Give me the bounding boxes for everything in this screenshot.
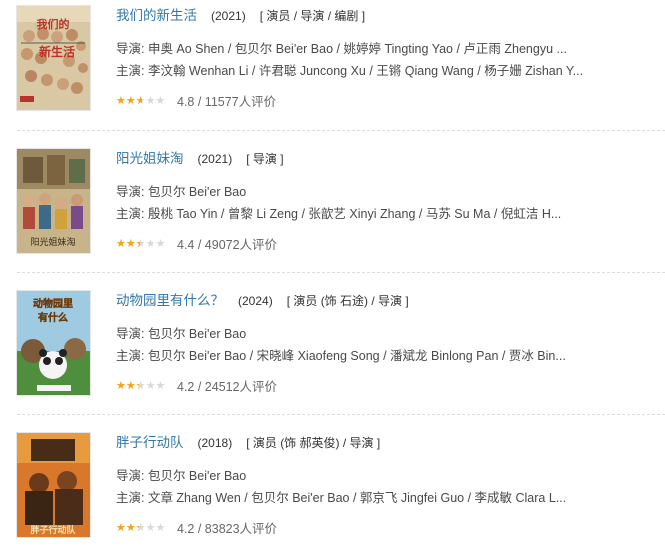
cast-line: 主演: 李汶翰 Wenhan Li / 许君聪 Juncong Xu / 王锵 … <box>116 64 584 78</box>
svg-text:胖子行动队: 胖子行动队 <box>29 524 76 536</box>
rating-stars: ★★★★★★★★★★ <box>116 96 166 107</box>
movie-roles: [ 演员 / 导演 / 编剧 ] <box>259 9 366 23</box>
movie-roles: [ 演员 (饰 郝英俊) / 导演 ] <box>246 436 381 450</box>
poster-image: 阳光姐妹淘 <box>17 149 90 253</box>
svg-text:动物园里: 动物园里 <box>33 297 73 310</box>
cast-line: 主演: 殷桃 Tao Yin / 曾黎 Li Zeng / 张歆艺 Xinyi … <box>116 207 562 221</box>
rating-row: ★★★★★★★★★★ 4.8 / 11577人评价 <box>116 94 276 110</box>
divider <box>17 414 665 415</box>
poster-image: 胖子行动队 <box>17 433 90 537</box>
movie-year: (2024) <box>238 294 273 308</box>
directors-line: 导演: 包贝尔 Bei'er Bao <box>116 185 247 199</box>
svg-text:新生活: 新生活 <box>39 44 75 59</box>
movie-poster[interactable]: 动物园里 有什么 <box>17 291 90 395</box>
movie-title-link[interactable]: 阳光姐妹淘 <box>116 151 184 166</box>
rating-text: 4.2 / 83823人评价 <box>177 522 278 536</box>
rating-text: 4.2 / 24512人评价 <box>177 380 278 394</box>
movie-year: (2018) <box>197 436 233 450</box>
movie-year: (2021) <box>197 152 233 166</box>
movie-roles: [ 演员 (饰 石途) / 导演 ] <box>286 294 409 308</box>
directors-line: 导演: 包贝尔 Bei'er Bao <box>116 469 247 483</box>
cast-line: 主演: 包贝尔 Bei'er Bao / 宋晓峰 Xiaofeng Song /… <box>116 349 566 363</box>
movie-poster[interactable]: 阳光姐妹淘 <box>17 149 90 253</box>
rating-row: ★★★★★★★★★★ 4.2 / 83823人评价 <box>116 521 277 537</box>
rating-stars: ★★★★★★★★★★ <box>116 523 166 534</box>
svg-text:我们的: 我们的 <box>37 17 70 31</box>
movie-title-link[interactable]: 胖子行动队 <box>116 435 184 450</box>
poster-image: 动物园里 有什么 <box>17 291 90 395</box>
movie-title-link[interactable]: 我们的新生活 <box>116 8 197 23</box>
movie-poster[interactable]: 胖子行动队 <box>17 433 90 537</box>
rating-row: ★★★★★★★★★★ 4.2 / 24512人评价 <box>116 379 277 395</box>
movie-list: 我们的 新生活 我们的新生活 (2021)[ 演员 / 导演 / 编剧 ] 导演:… <box>0 0 665 555</box>
cast-line: 主演: 文章 Zhang Wen / 包贝尔 Bei'er Bao / 郭京飞 … <box>116 491 567 505</box>
divider <box>17 130 665 131</box>
movie-year: (2021) <box>211 9 246 23</box>
movie-roles: [ 导演 ] <box>246 152 284 166</box>
rating-row: ★★★★★★★★★★ 4.4 / 49072人评价 <box>116 237 277 253</box>
directors-line: 导演: 包贝尔 Bei'er Bao <box>116 327 247 341</box>
rating-text: 4.4 / 49072人评价 <box>177 238 278 252</box>
rating-text: 4.8 / 11577人评价 <box>177 95 277 109</box>
rating-stars: ★★★★★★★★★★ <box>116 381 166 392</box>
svg-text:有什么: 有什么 <box>38 311 68 324</box>
movie-title-link[interactable]: 动物园里有什么？ <box>116 293 224 308</box>
directors-line: 导演: 申奥 Ao Shen / 包贝尔 Bei'er Bao / 姚婷婷 Ti… <box>116 42 567 56</box>
rating-stars: ★★★★★★★★★★ <box>116 239 166 250</box>
svg-text:阳光姐妹淘: 阳光姐妹淘 <box>30 236 75 248</box>
movie-poster[interactable]: 我们的 新生活 <box>17 6 90 110</box>
divider <box>17 272 665 273</box>
poster-image: 我们的 新生活 <box>17 6 90 110</box>
